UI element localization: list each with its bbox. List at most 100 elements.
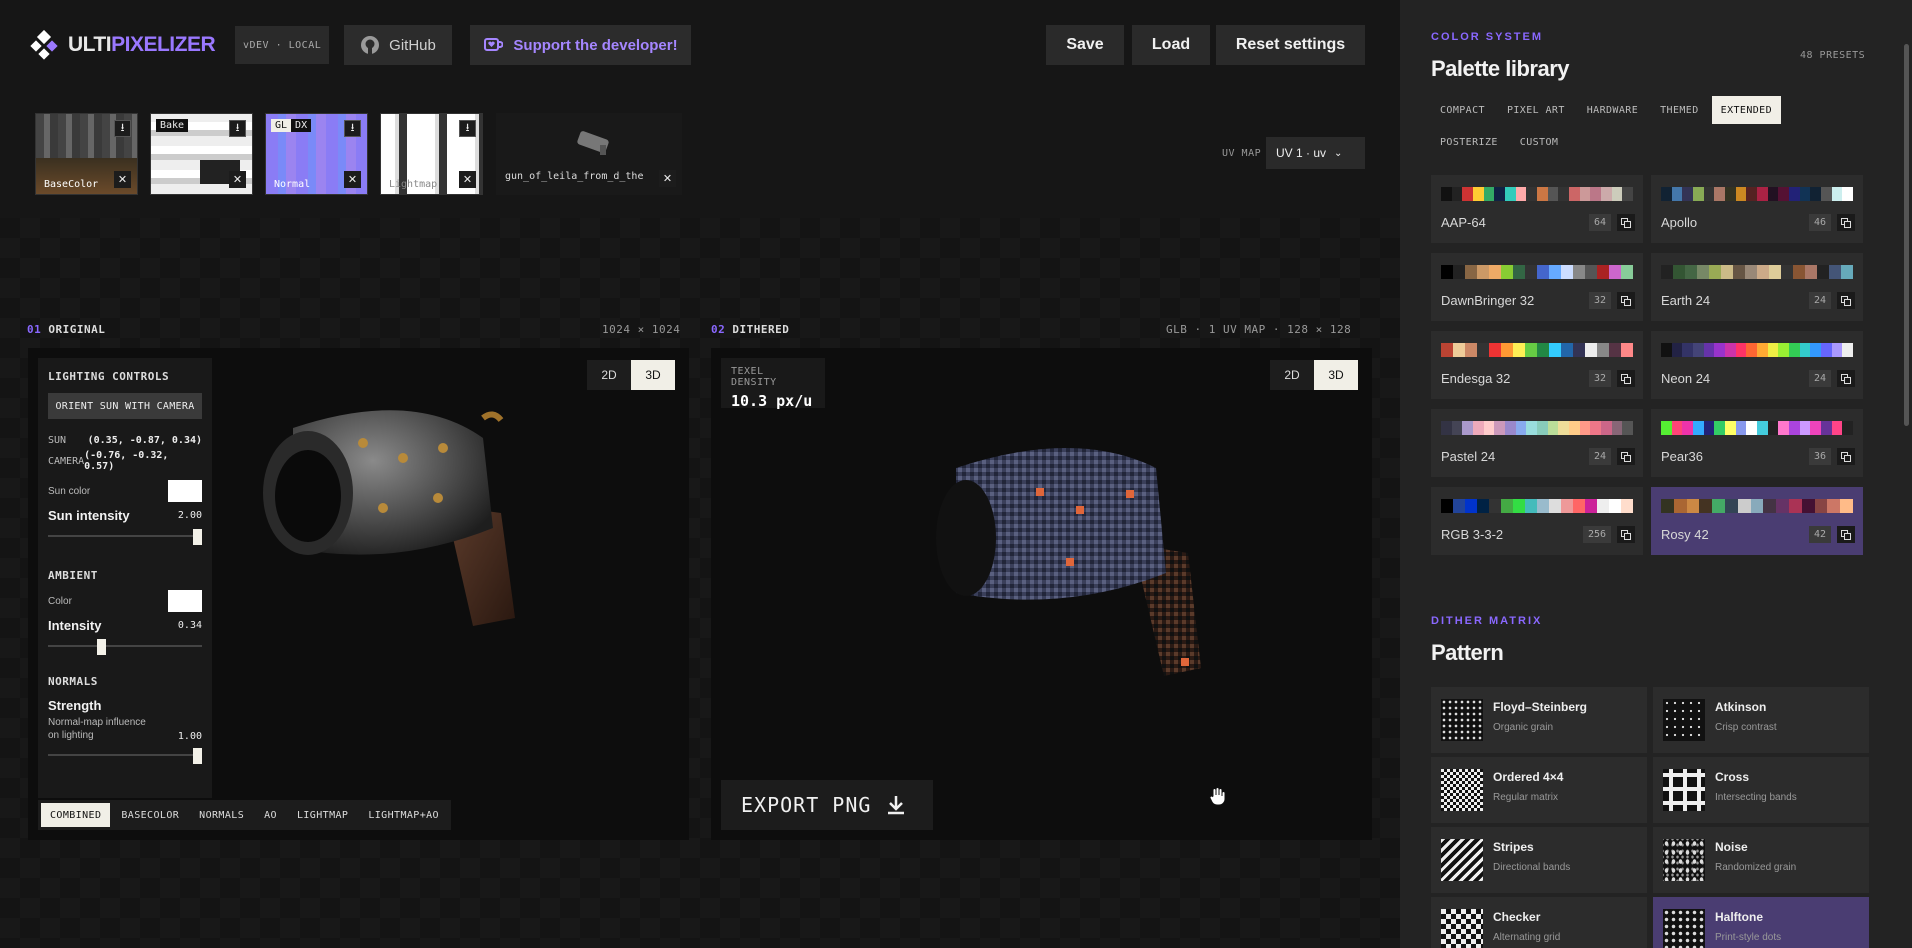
copy-icon[interactable] bbox=[1617, 448, 1635, 465]
texture-thumb-lightmap[interactable]: ⭳ ✕ Lightmap bbox=[380, 113, 483, 195]
palette-color-count: 24 bbox=[1808, 370, 1831, 387]
mode-combined[interactable]: COMBINED bbox=[41, 803, 111, 827]
tab-extended[interactable]: EXTENDED bbox=[1711, 96, 1782, 124]
palette-name: Pastel 24 bbox=[1441, 449, 1496, 464]
dither-pattern-card[interactable]: Noise Randomized grain bbox=[1653, 827, 1869, 893]
copy-icon[interactable] bbox=[1837, 292, 1855, 309]
tab-posterize[interactable]: POSTERIZE bbox=[1431, 128, 1507, 156]
palette-swatch-strip bbox=[1661, 499, 1853, 513]
dithered-viewport[interactable]: TEXEL DENSITY 10.3 px/u 2D 3D EXPORT PNG bbox=[711, 348, 1372, 840]
export-png-button[interactable]: EXPORT PNG bbox=[721, 780, 933, 830]
palette-card[interactable]: Rosy 42 42 bbox=[1651, 487, 1863, 555]
dither-pattern-card[interactable]: Cross Intersecting bands bbox=[1653, 757, 1869, 823]
palette-card[interactable]: Apollo 46 bbox=[1651, 175, 1863, 243]
mode-basecolor[interactable]: BASECOLOR bbox=[112, 803, 188, 827]
dither-pattern-card[interactable]: Stripes Directional bands bbox=[1431, 827, 1647, 893]
uv-map-select[interactable]: UV 1 · uv ⌄ bbox=[1266, 137, 1365, 169]
texture-thumb-normal[interactable]: GL DX ⭳ ✕ Normal bbox=[265, 113, 368, 195]
download-icon[interactable]: ⭳ bbox=[459, 120, 476, 137]
palette-card[interactable]: DawnBringer 32 32 bbox=[1431, 253, 1643, 321]
texture-thumb-bake[interactable]: Bake ⭳ ✕ bbox=[150, 113, 253, 195]
revolver-3d-model[interactable] bbox=[253, 388, 593, 648]
sun-label: SUN bbox=[48, 435, 67, 446]
support-button[interactable]: Support the developer! bbox=[470, 25, 691, 65]
revolver-dithered-model[interactable] bbox=[926, 428, 1256, 688]
reset-settings-button[interactable]: Reset settings bbox=[1216, 25, 1365, 65]
sun-intensity-value: 2.00 bbox=[177, 510, 202, 521]
mode-lightmap[interactable]: LIGHTMAP bbox=[288, 803, 357, 827]
copy-icon[interactable] bbox=[1617, 526, 1635, 543]
pattern-name: Ordered 4×4 bbox=[1493, 770, 1564, 784]
palette-card[interactable]: Pear36 36 bbox=[1651, 409, 1863, 477]
dither-pattern-card[interactable]: Checker Alternating grid bbox=[1431, 897, 1647, 948]
sidebar-scrollbar[interactable] bbox=[1904, 44, 1909, 426]
copy-icon[interactable] bbox=[1617, 292, 1635, 309]
gl-toggle[interactable]: GL bbox=[271, 119, 292, 132]
view-2d-button[interactable]: 2D bbox=[1270, 360, 1314, 390]
dx-toggle[interactable]: DX bbox=[291, 119, 312, 132]
dither-pattern-card[interactable]: Ordered 4×4 Regular matrix bbox=[1431, 757, 1647, 823]
presets-count: 48 PRESETS bbox=[1800, 50, 1866, 61]
copy-icon[interactable] bbox=[1837, 370, 1855, 387]
pattern-preview-icon bbox=[1663, 769, 1705, 811]
remove-icon[interactable]: ✕ bbox=[459, 171, 476, 188]
load-button[interactable]: Load bbox=[1132, 25, 1210, 65]
mode-ao[interactable]: AO bbox=[255, 803, 286, 827]
original-dimensions: 1024 × 1024 bbox=[602, 323, 681, 336]
texture-thumb-basecolor[interactable]: ⭳ ✕ BaseColor bbox=[35, 113, 138, 195]
view-3d-button[interactable]: 3D bbox=[631, 360, 675, 390]
ambient-color-swatch[interactable] bbox=[168, 590, 202, 612]
download-icon[interactable]: ⭳ bbox=[229, 120, 246, 137]
tab-compact[interactable]: COMPACT bbox=[1431, 96, 1494, 124]
slider-handle[interactable] bbox=[193, 529, 202, 545]
normal-strength-slider[interactable] bbox=[48, 748, 202, 764]
copy-icon[interactable] bbox=[1837, 526, 1855, 543]
copy-icon[interactable] bbox=[1837, 214, 1855, 231]
palette-card[interactable]: Pastel 24 24 bbox=[1431, 409, 1643, 477]
palette-card[interactable]: AAP-64 64 bbox=[1431, 175, 1643, 243]
pattern-description: Print-style dots bbox=[1715, 932, 1782, 943]
tab-custom[interactable]: CUSTOM bbox=[1511, 128, 1568, 156]
remove-icon[interactable]: ✕ bbox=[659, 170, 676, 187]
tab-themed[interactable]: THEMED bbox=[1651, 96, 1708, 124]
download-icon[interactable]: ⭳ bbox=[114, 120, 131, 137]
remove-icon[interactable]: ✕ bbox=[344, 171, 361, 188]
copy-icon[interactable] bbox=[1617, 370, 1635, 387]
tab-hardware[interactable]: HARDWARE bbox=[1578, 96, 1647, 124]
support-label: Support the developer! bbox=[513, 36, 678, 54]
sun-intensity-slider[interactable] bbox=[48, 529, 202, 545]
view-2d-button[interactable]: 2D bbox=[587, 360, 631, 390]
github-button[interactable]: GitHub bbox=[344, 25, 452, 65]
pattern-title: Pattern bbox=[1431, 640, 1504, 665]
dithered-view-toggle: 2D 3D bbox=[1270, 360, 1358, 390]
sun-color-swatch[interactable] bbox=[168, 480, 202, 502]
tab-pixel-art[interactable]: PIXEL ART bbox=[1498, 96, 1574, 124]
dither-pattern-card[interactable]: Halftone Print-style dots bbox=[1653, 897, 1869, 948]
view-3d-button[interactable]: 3D bbox=[1314, 360, 1358, 390]
palette-card[interactable]: RGB 3-3-2 256 bbox=[1431, 487, 1643, 555]
model-file-name: gun_of_leila_from_d_the bbox=[505, 171, 644, 182]
original-viewport[interactable]: 2D 3D LIGHTING CONTROLS ORIENT SUN WITH … bbox=[28, 348, 689, 840]
pattern-description: Directional bands bbox=[1493, 862, 1571, 873]
ambient-intensity-slider[interactable] bbox=[48, 639, 202, 655]
palette-card[interactable]: Earth 24 24 bbox=[1651, 253, 1863, 321]
dither-pattern-card[interactable]: Floyd–Steinberg Organic grain bbox=[1431, 687, 1647, 753]
mode-lightmap-ao[interactable]: LIGHTMAP+AO bbox=[359, 803, 448, 827]
pattern-name: Noise bbox=[1715, 840, 1748, 854]
download-icon[interactable]: ⭳ bbox=[344, 120, 361, 137]
strength-description: Normal-map influence on lighting bbox=[48, 717, 146, 741]
dither-pattern-card[interactable]: Atkinson Crisp contrast bbox=[1653, 687, 1869, 753]
copy-icon[interactable] bbox=[1617, 214, 1635, 231]
slider-handle[interactable] bbox=[193, 748, 202, 764]
mode-normals[interactable]: NORMALS bbox=[190, 803, 253, 827]
model-file-chip[interactable]: gun_of_leila_from_d_the ✕ bbox=[496, 113, 682, 195]
slider-handle[interactable] bbox=[97, 639, 107, 655]
palette-card[interactable]: Neon 24 24 bbox=[1651, 331, 1863, 399]
palette-card[interactable]: Endesga 32 32 bbox=[1431, 331, 1643, 399]
save-button[interactable]: Save bbox=[1046, 25, 1124, 65]
orient-sun-button[interactable]: ORIENT SUN WITH CAMERA bbox=[48, 393, 202, 419]
app-logo[interactable]: ULTIPIXELIZER bbox=[30, 30, 216, 60]
remove-icon[interactable]: ✕ bbox=[229, 171, 246, 188]
remove-icon[interactable]: ✕ bbox=[114, 171, 131, 188]
copy-icon[interactable] bbox=[1837, 448, 1855, 465]
